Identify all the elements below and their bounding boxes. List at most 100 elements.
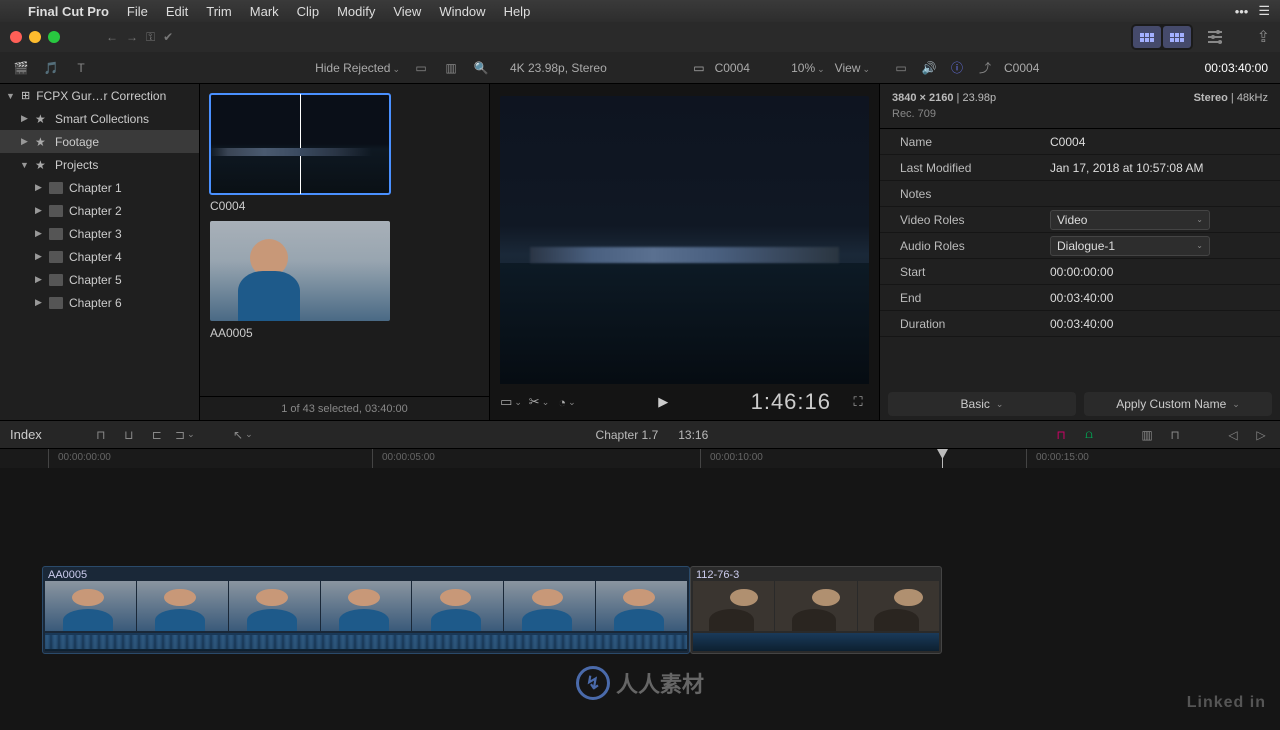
inspector-video-icon[interactable]: ▭ — [892, 59, 910, 77]
viewer-format-label: 4K 23.98p, Stereo — [510, 61, 607, 75]
menu-modify[interactable]: Modify — [337, 4, 375, 19]
audio-skimming-icon[interactable]: ⩍ — [1080, 427, 1098, 443]
close-window-button[interactable] — [10, 31, 22, 43]
timeline-history-back-icon[interactable]: ◁ — [1224, 427, 1242, 443]
view-dropdown[interactable]: View⌄ — [835, 61, 870, 75]
titles-tab-icon[interactable]: T — [72, 59, 90, 77]
inspector-key: Audio Roles — [880, 239, 1040, 253]
workspace-gallery-button[interactable] — [1133, 26, 1161, 48]
inspector-audio-icon[interactable]: 🔊 — [920, 59, 938, 77]
inspector-select[interactable]: Video⌄ — [1050, 210, 1210, 230]
sidebar-item-label: Chapter 6 — [69, 296, 122, 310]
workspace-timeline-button[interactable] — [1163, 26, 1191, 48]
menubar: Final Cut Pro File Edit Trim Mark Clip M… — [0, 0, 1280, 22]
menu-mark[interactable]: Mark — [250, 4, 279, 19]
library-root[interactable]: ▼ ⊞ FCPX Gur…r Correction — [0, 84, 199, 107]
audio-waveform — [693, 633, 939, 651]
insert-clip-icon[interactable]: ⊔ — [120, 427, 138, 443]
sidebar-item[interactable]: ▶Chapter 2 — [0, 199, 199, 222]
app-name[interactable]: Final Cut Pro — [28, 4, 109, 19]
inspector-clip-name: C0004 — [1004, 61, 1195, 75]
timeline-clip[interactable]: AA0005 — [42, 566, 690, 654]
append-clip-icon[interactable]: ⊏ — [148, 427, 166, 443]
audio-waveform — [45, 633, 687, 651]
menubar-list-icon[interactable]: ☰ — [1258, 3, 1270, 19]
ruler-tick: 00:00:10:00 — [710, 452, 763, 463]
search-icon[interactable]: 🔍 — [472, 59, 490, 77]
inspector-key: End — [880, 291, 1040, 305]
play-button[interactable]: ▶ — [658, 394, 668, 410]
sidebar-item[interactable]: ▶Chapter 1 — [0, 176, 199, 199]
tool-select-dropdown[interactable]: ↖⌄ — [234, 427, 252, 443]
sidebar-item-label: Chapter 3 — [69, 227, 122, 241]
photos-tab-icon[interactable]: 🎵 — [42, 59, 60, 77]
metadata-view-dropdown[interactable]: Basic⌄ — [888, 392, 1076, 416]
index-button[interactable]: Index — [10, 427, 42, 442]
browser-clip[interactable]: C0004 — [210, 94, 390, 213]
ruler-tick: 00:00:00:00 — [58, 452, 111, 463]
back-button[interactable]: ← — [106, 30, 118, 44]
clip-name: C0004 — [210, 199, 390, 213]
skimming-icon[interactable]: ⊓ — [1052, 427, 1070, 443]
inspector-value: 00:00:00:00 — [1050, 265, 1113, 279]
menu-view[interactable]: View — [393, 4, 421, 19]
enhance-dropdown[interactable]: ◔⌄ — [558, 393, 576, 411]
menu-file[interactable]: File — [127, 4, 148, 19]
watermark: ↯人人素材 — [576, 666, 704, 700]
group-icon[interactable]: ▥ — [442, 59, 460, 77]
timeline-clip[interactable]: 112-76-3 — [690, 566, 942, 654]
menu-trim[interactable]: Trim — [206, 4, 232, 19]
viewer-canvas[interactable] — [500, 96, 869, 384]
inspector-toggle-button[interactable] — [1201, 26, 1229, 48]
sidebar-item-label: Footage — [55, 135, 99, 149]
sidebar-item-label: Chapter 2 — [69, 204, 122, 218]
sidebar-item[interactable]: ▶Chapter 5 — [0, 268, 199, 291]
retime-dropdown[interactable]: ✂⌄ — [530, 393, 548, 411]
timeline-history-fwd-icon[interactable]: ▷ — [1252, 427, 1270, 443]
fullscreen-icon[interactable]: ⛶ — [849, 393, 867, 411]
clip-appearance-icon[interactable]: ▭ — [412, 59, 430, 77]
zoom-dropdown[interactable]: 10%⌄ — [791, 61, 825, 75]
sidebar-item[interactable]: ▼★Projects — [0, 153, 199, 176]
window-titlebar: ← → ⚿ ✔ ⇪ — [0, 22, 1280, 52]
fullscreen-window-button[interactable] — [48, 31, 60, 43]
inspector-select[interactable]: Dialogue-1⌄ — [1050, 236, 1210, 256]
inspector-share-icon[interactable]: ⤴ — [976, 59, 994, 77]
key-icon[interactable]: ⚿ — [146, 30, 155, 45]
sidebar-item-label: Chapter 1 — [69, 181, 122, 195]
inspector-row: Video RolesVideo⌄ — [880, 207, 1280, 233]
connect-clip-icon[interactable]: ⊓ — [92, 427, 110, 443]
workspace-switcher — [1131, 24, 1193, 50]
sidebar-item[interactable]: ▶Chapter 4 — [0, 245, 199, 268]
ruler-tick: 00:00:05:00 — [382, 452, 435, 463]
share-button[interactable]: ⇪ — [1257, 27, 1270, 47]
menu-edit[interactable]: Edit — [166, 4, 188, 19]
checkmark-icon[interactable]: ✔ — [163, 30, 173, 44]
menu-clip[interactable]: Clip — [297, 4, 319, 19]
inspector-row: NameC0004 — [880, 129, 1280, 155]
library-tab-icon[interactable]: 🎬 — [12, 59, 30, 77]
clip-name: AA0005 — [210, 326, 390, 340]
solo-icon[interactable]: ▥ — [1138, 427, 1156, 443]
apply-custom-name-dropdown[interactable]: Apply Custom Name⌄ — [1084, 392, 1272, 416]
menubar-dots-icon[interactable]: ••• — [1235, 4, 1249, 19]
sidebar-item[interactable]: ▶★Smart Collections — [0, 107, 199, 130]
inspector-value[interactable]: C0004 — [1050, 135, 1085, 149]
sidebar-item[interactable]: ▶Chapter 3 — [0, 222, 199, 245]
transform-dropdown[interactable]: ▭⌄ — [502, 393, 520, 411]
minimize-window-button[interactable] — [29, 31, 41, 43]
timeline-ruler[interactable]: 00:00:00:0000:00:05:0000:00:10:0000:00:1… — [0, 448, 1280, 468]
inspector-key: Last Modified — [880, 161, 1040, 175]
filter-dropdown[interactable]: Hide Rejected⌄ — [315, 61, 400, 75]
menu-help[interactable]: Help — [504, 4, 531, 19]
browser-clip[interactable]: AA0005 — [210, 221, 390, 340]
forward-button[interactable]: → — [126, 30, 138, 44]
sidebar-item[interactable]: ▶★Footage — [0, 130, 199, 153]
menu-window[interactable]: Window — [439, 4, 485, 19]
overwrite-clip-icon[interactable]: ⊐⌄ — [176, 427, 194, 443]
inspector-info-icon[interactable]: ⓘ — [948, 59, 966, 77]
snapping-icon[interactable]: ⊓ — [1166, 427, 1184, 443]
sidebar-item[interactable]: ▶Chapter 6 — [0, 291, 199, 314]
inspector-row: Notes — [880, 181, 1280, 207]
viewer: ▭⌄ ✂⌄ ◔⌄ ▶ 1:46:16 ⛶ — [490, 84, 880, 420]
